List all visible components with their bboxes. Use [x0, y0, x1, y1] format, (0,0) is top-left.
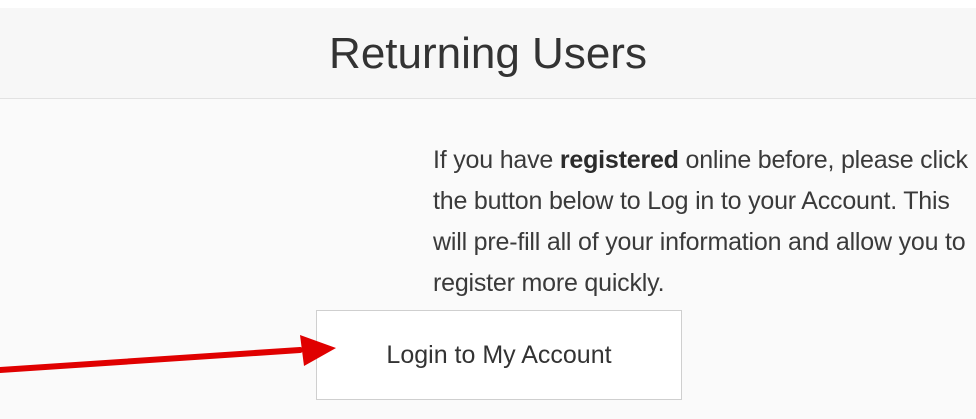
returning-users-panel: Returning Users If you have registered o… [0, 0, 976, 419]
intro-text-before: If you have [433, 146, 560, 174]
intro-text-emphasis: registered [559, 146, 679, 174]
panel-header: Returning Users [0, 8, 976, 99]
intro-text: If you have registered online before, pl… [433, 140, 973, 304]
panel-title: Returning Users [329, 29, 647, 78]
login-to-my-account-button[interactable]: Login to My Account [316, 310, 682, 400]
